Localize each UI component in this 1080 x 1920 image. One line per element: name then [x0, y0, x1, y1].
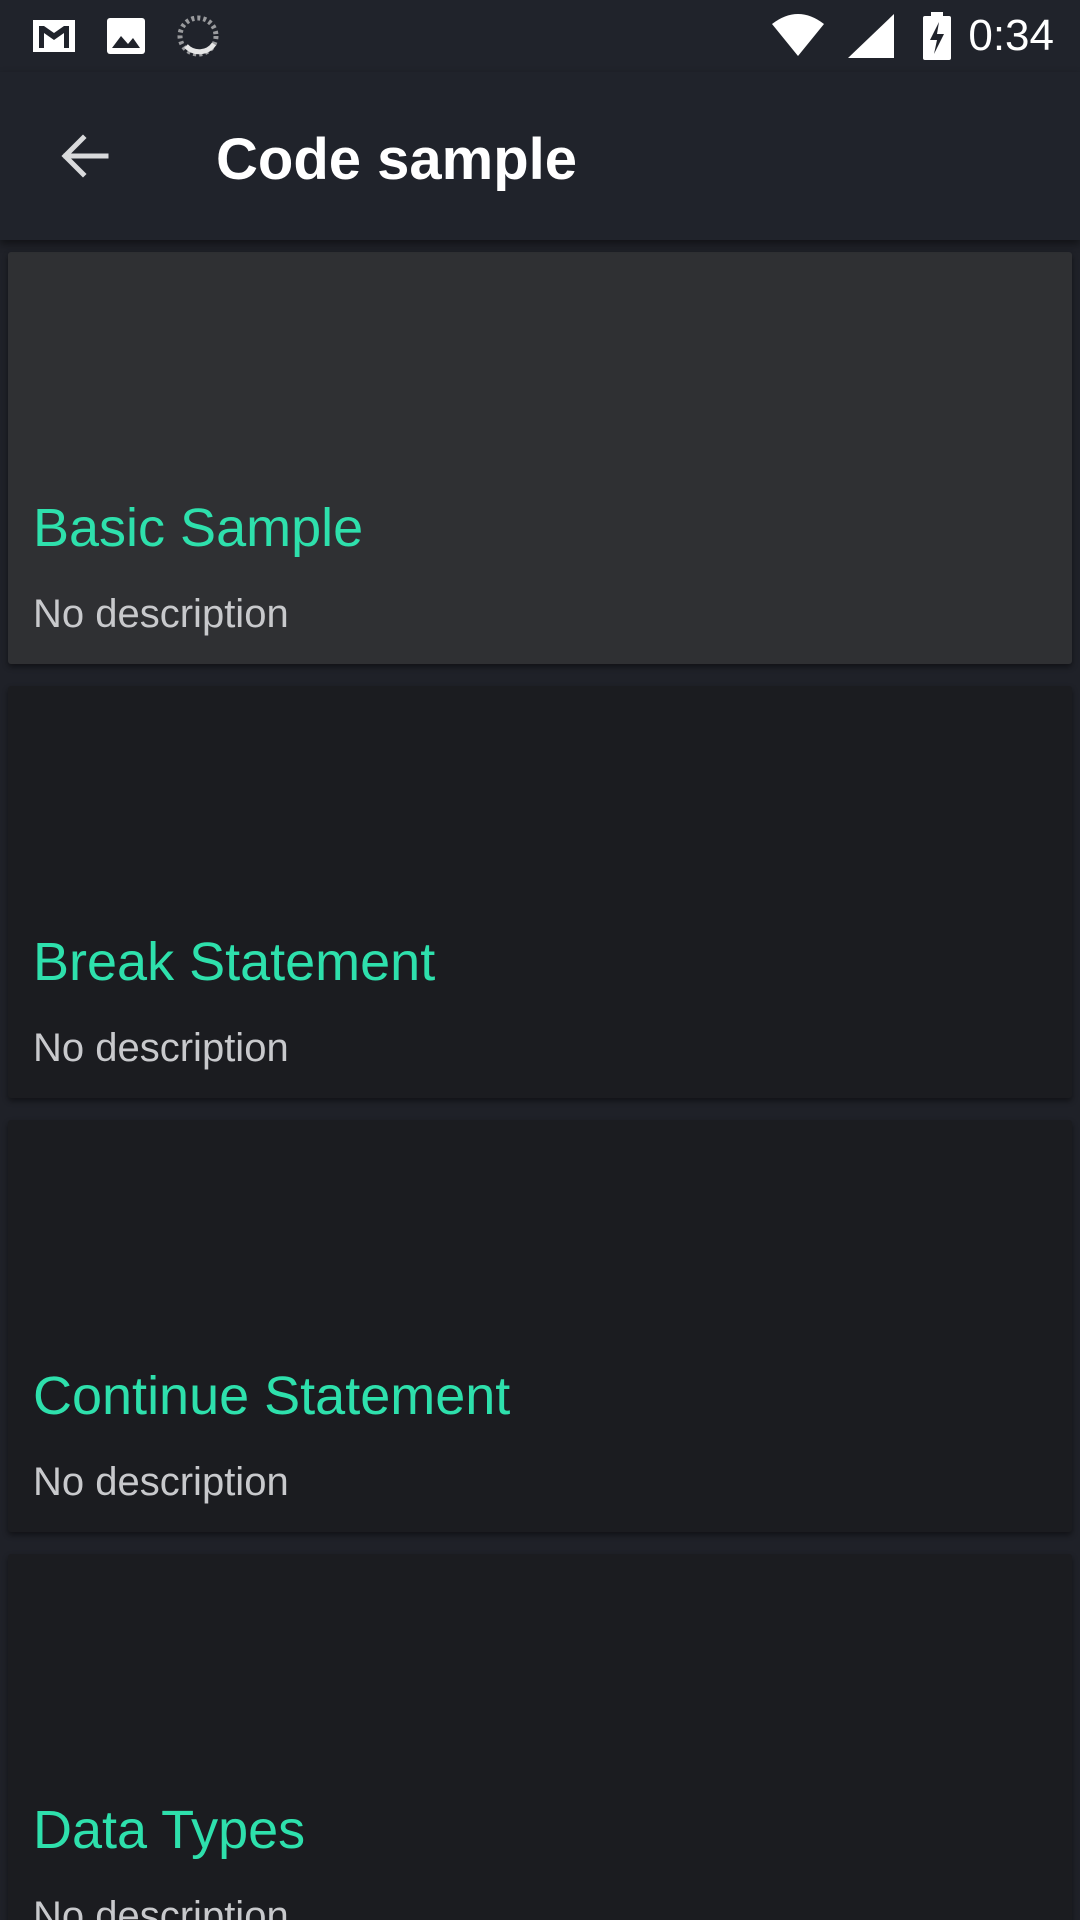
app-bar: Code sample: [0, 72, 1080, 240]
wifi-icon: [772, 14, 824, 56]
sample-list: Basic Sample No description Break Statem…: [0, 240, 1080, 1920]
sample-description: No description: [33, 1026, 289, 1070]
sample-description: No description: [33, 1460, 289, 1504]
battery-charging-icon: [923, 12, 951, 60]
sample-title: Basic Sample: [33, 498, 364, 558]
sample-description: No description: [33, 1894, 289, 1920]
page-title: Code sample: [216, 127, 577, 192]
arrow-back-icon: [61, 134, 109, 178]
sample-card-continue-statement[interactable]: Continue Statement No description: [8, 1120, 1072, 1532]
gmail-icon: [33, 20, 75, 52]
sample-title: Data Types: [33, 1800, 306, 1860]
sample-card-data-types[interactable]: Data Types No description: [8, 1554, 1072, 1920]
image-icon: [107, 18, 145, 54]
app-root: 0:34 Code sample Basic Sample No descrip…: [0, 0, 1080, 1920]
sample-card-break-statement[interactable]: Break Statement No description: [8, 686, 1072, 1098]
sample-title: Break Statement: [33, 932, 436, 992]
back-button[interactable]: [40, 112, 128, 200]
sample-card-basic-sample[interactable]: Basic Sample No description: [8, 252, 1072, 664]
status-time: 0:34: [968, 11, 1054, 60]
sample-title: Continue Statement: [33, 1366, 511, 1426]
status-bar: 0:34: [0, 0, 1080, 72]
sync-icon: [177, 15, 219, 57]
cellular-signal-icon: [848, 14, 894, 58]
sample-description: No description: [33, 592, 289, 636]
